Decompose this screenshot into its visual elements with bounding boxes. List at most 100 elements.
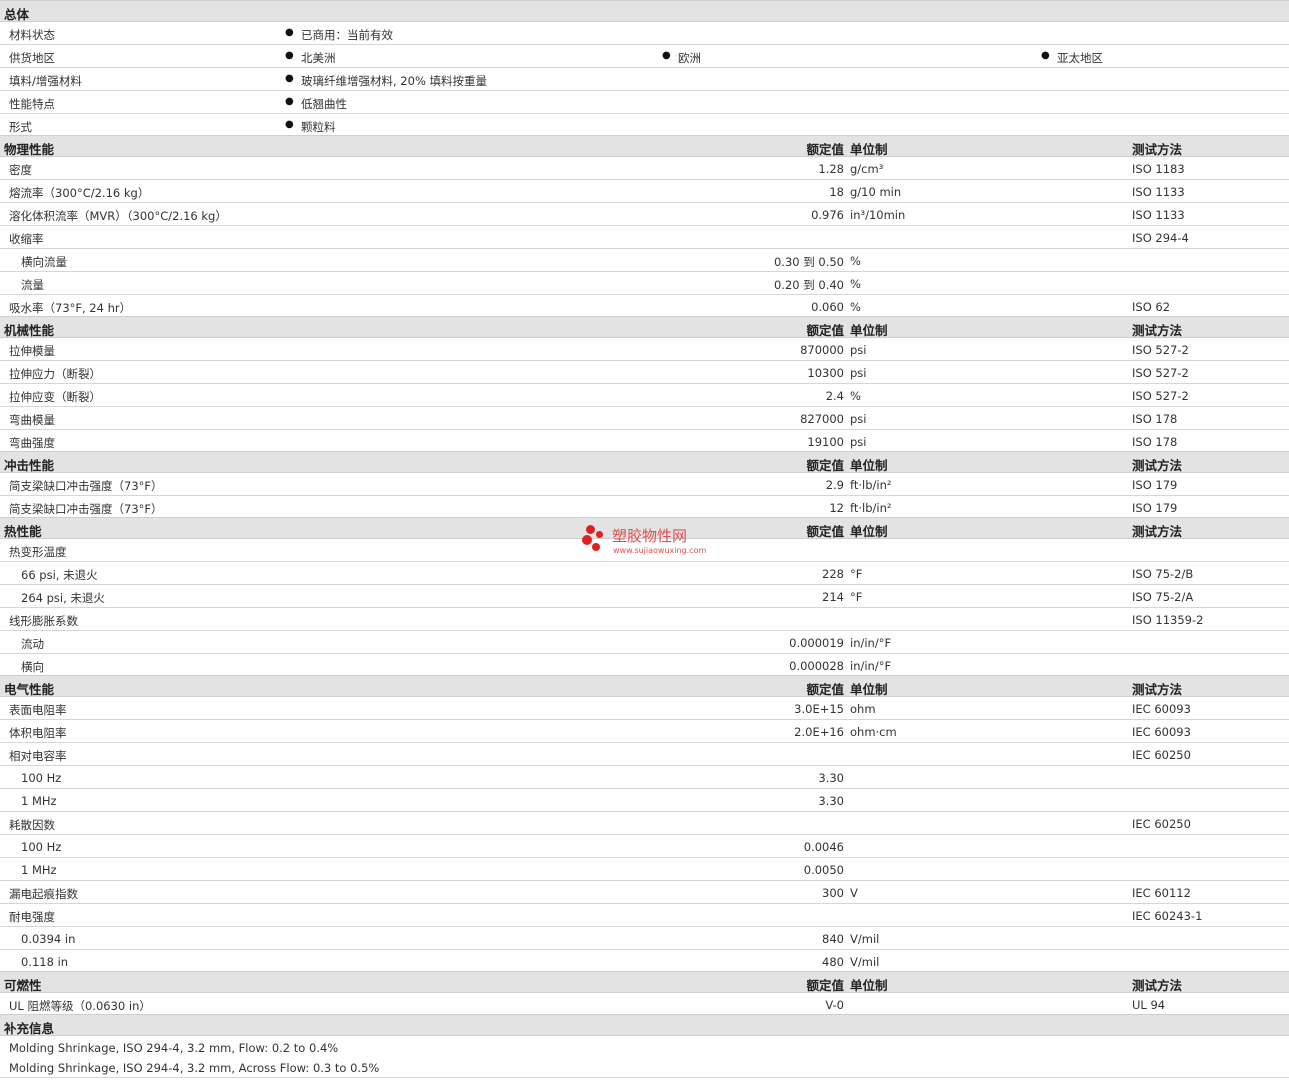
bullet-item: 玻璃纤维增强材料, 20% 填料按重量 xyxy=(285,73,487,89)
property-row: 相对电容率 IEC 60250 xyxy=(0,743,1289,766)
property-label: 表面电阻率 xyxy=(9,703,67,717)
property-label: 横向 xyxy=(21,660,44,674)
property-value: 0.000019 xyxy=(789,636,844,650)
section-title: 物理性能 xyxy=(4,142,55,157)
column-header-unit: 单位制 xyxy=(850,524,888,539)
property-unit: % xyxy=(850,254,861,268)
property-label: 100 Hz xyxy=(21,840,62,854)
section-header-impact: 冲击性能 额定值 单位制 测试方法 xyxy=(0,451,1289,473)
property-label: 1 MHz xyxy=(21,794,57,808)
section-header-electrical: 电气性能 额定值 单位制 测试方法 xyxy=(0,675,1289,697)
bullet-item: 低翘曲性 xyxy=(285,96,347,112)
property-label: 填料/增强材料 xyxy=(9,74,82,88)
property-row: 100 Hz 0.0046 xyxy=(0,835,1289,858)
property-row: 收缩率 ISO 294-4 xyxy=(0,226,1289,249)
property-value: 3.30 xyxy=(818,794,844,808)
property-unit: % xyxy=(850,389,861,403)
property-unit: in³/10min xyxy=(850,208,906,222)
property-label: 密度 xyxy=(9,163,32,177)
column-header-nominal: 额定值 xyxy=(806,323,844,338)
property-unit: psi xyxy=(850,412,867,426)
property-value: 12 xyxy=(829,501,844,515)
property-value: 0.30 到 0.50 xyxy=(773,255,844,269)
property-unit: °F xyxy=(850,590,863,604)
property-value: 214 xyxy=(822,590,844,604)
test-method: ISO 178 xyxy=(1132,435,1178,449)
property-unit: ft·lb/in² xyxy=(850,501,892,515)
property-value: 0.976 xyxy=(811,208,844,222)
property-row: 100 Hz 3.30 xyxy=(0,766,1289,789)
watermark-name: 塑胶物性网 xyxy=(612,527,688,545)
property-unit: psi xyxy=(850,435,867,449)
column-header-nominal: 额定值 xyxy=(806,682,844,697)
column-header-unit: 单位制 xyxy=(850,323,888,338)
section-title: 机械性能 xyxy=(4,323,55,338)
property-value: 2.0E+16 xyxy=(794,725,844,739)
test-method: IEC 60093 xyxy=(1132,725,1191,739)
property-label: 性能特点 xyxy=(9,97,55,111)
property-unit: psi xyxy=(850,366,867,380)
property-row: 0.0394 in 840 V/mil xyxy=(0,927,1289,950)
property-row: 弯曲强度 19100 psi ISO 178 xyxy=(0,430,1289,453)
test-method: IEC 60112 xyxy=(1132,886,1191,900)
property-label: 供货地区 xyxy=(9,51,55,65)
property-value: 840 xyxy=(822,932,844,946)
property-unit: V xyxy=(850,886,858,900)
property-label: 相对电容率 xyxy=(9,749,67,763)
property-label: 弯曲模量 xyxy=(9,413,55,427)
property-unit: °F xyxy=(850,567,863,581)
property-label: 264 psi, 未退火 xyxy=(21,591,105,605)
test-method: ISO 178 xyxy=(1132,412,1178,426)
property-value: V-0 xyxy=(825,998,844,1012)
bullet-item: 颗粒料 xyxy=(285,119,335,135)
property-label: 弯曲强度 xyxy=(9,436,55,450)
property-label: 拉伸应力（断裂） xyxy=(9,367,101,381)
property-value: 0.0046 xyxy=(803,840,844,854)
property-label: 0.118 in xyxy=(21,955,69,969)
property-label: 材料状态 xyxy=(9,28,55,42)
section-header-flammability: 可燃性 额定值 单位制 测试方法 xyxy=(0,971,1289,993)
bullet-item: 亚太地区 xyxy=(1041,50,1103,66)
column-header-nominal: 额定值 xyxy=(806,978,844,993)
property-unit: % xyxy=(850,277,861,291)
watermark-url: www.sujiaowuxing.com xyxy=(613,546,707,555)
property-label: 热变形温度 xyxy=(9,545,67,559)
section-header-physical: 物理性能 额定值 单位制 测试方法 xyxy=(0,135,1289,157)
section-title: 电气性能 xyxy=(4,682,55,697)
property-unit: in/in/°F xyxy=(850,659,892,673)
column-header-nominal: 额定值 xyxy=(806,142,844,157)
test-method: ISO 1133 xyxy=(1132,208,1185,222)
property-label: UL 阻燃等级（0.0630 in） xyxy=(9,999,151,1013)
test-method: ISO 62 xyxy=(1132,300,1171,314)
property-label: 收缩率 xyxy=(9,232,44,246)
property-label: 横向流量 xyxy=(21,255,67,269)
property-value: 480 xyxy=(822,955,844,969)
test-method: ISO 1183 xyxy=(1132,162,1185,176)
column-header-nominal: 额定值 xyxy=(806,458,844,473)
property-row: 体积电阻率 2.0E+16 ohm·cm IEC 60093 xyxy=(0,720,1289,743)
property-value: 0.0050 xyxy=(803,863,844,877)
property-label: 拉伸应变（断裂） xyxy=(9,390,101,404)
property-value: 3.30 xyxy=(818,771,844,785)
property-row: 1 MHz 3.30 xyxy=(0,789,1289,812)
property-value: 1.28 xyxy=(818,162,844,176)
section-header-general: 总体 xyxy=(0,0,1289,22)
property-label: 简支梁缺口冲击强度（73°F） xyxy=(9,502,163,516)
property-label: 拉伸模量 xyxy=(9,344,55,358)
property-row: 密度 1.28 g/cm³ ISO 1183 xyxy=(0,157,1289,180)
property-unit: V/mil xyxy=(850,955,880,969)
test-method: ISO 527-2 xyxy=(1132,366,1189,380)
column-header-method: 测试方法 xyxy=(1132,978,1183,993)
test-method: ISO 179 xyxy=(1132,478,1178,492)
property-unit: in/in/°F xyxy=(850,636,892,650)
property-row: 流量 0.20 到 0.40% xyxy=(0,272,1289,295)
property-label: 吸水率（73°F, 24 hr） xyxy=(9,301,132,315)
test-method: ISO 75-2/A xyxy=(1132,590,1194,604)
property-row: 耗散因数 IEC 60250 xyxy=(0,812,1289,835)
property-value: 870000 xyxy=(800,343,844,357)
property-unit: ohm·cm xyxy=(850,725,897,739)
test-method: ISO 179 xyxy=(1132,501,1178,515)
property-unit: ft·lb/in² xyxy=(850,478,892,492)
property-value: 10300 xyxy=(807,366,844,380)
property-row: 拉伸应力（断裂） 10300 psi ISO 527-2 xyxy=(0,361,1289,384)
